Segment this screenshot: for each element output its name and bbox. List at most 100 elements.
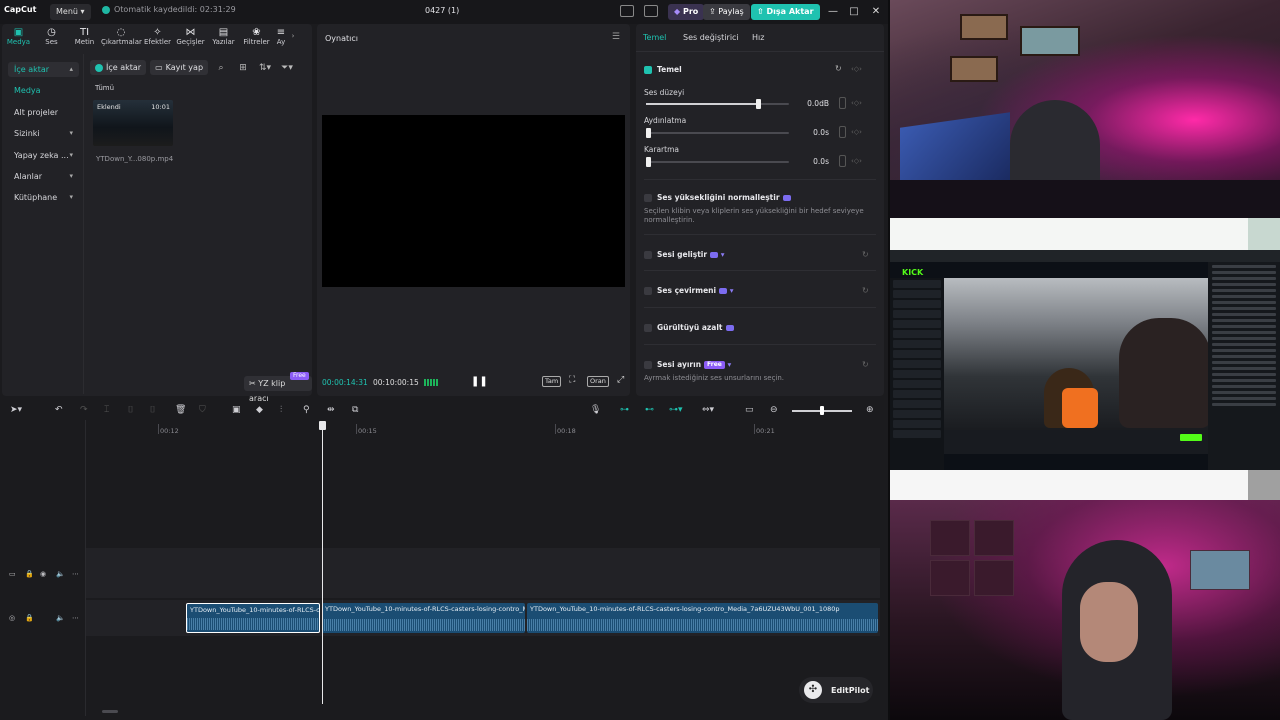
record-button[interactable]: ▭ Kayıt yap [150, 60, 209, 75]
fade-out-slider[interactable] [646, 157, 789, 167]
normalize-checkbox[interactable] [644, 194, 652, 202]
enhance-checkbox[interactable] [644, 251, 652, 259]
reset-icon[interactable]: ↻ [835, 64, 842, 73]
translate-checkbox[interactable] [644, 287, 652, 295]
volume-slider-knob[interactable] [755, 99, 761, 109]
tab-basic[interactable]: Temel [643, 33, 666, 42]
tab-voice-changer[interactable]: Ses değiştirici [683, 33, 739, 42]
fade-in-slider[interactable] [646, 128, 789, 138]
keyframe-nav-icon[interactable]: ‹◇› [851, 128, 862, 136]
image-icon[interactable]: ▣ [232, 405, 241, 415]
denoise-checkbox[interactable] [644, 324, 652, 332]
media-thumbnail[interactable]: Eklendi 10:01 [93, 100, 173, 146]
full-quality-button[interactable]: Tam [542, 376, 562, 387]
tab-filters[interactable]: ❀ Filtreler [240, 24, 273, 52]
volume-value[interactable]: 0.0dB [799, 99, 829, 108]
all-filter-label[interactable]: Tümü [95, 84, 114, 92]
tab-audio[interactable]: ◷ Ses [35, 24, 68, 52]
zoom-slider-knob[interactable] [820, 406, 824, 415]
shield-icon[interactable]: ⛉ [199, 405, 206, 415]
caption-track-icon[interactable]: ▭ [745, 405, 754, 415]
audio-clip[interactable]: YTDown_YouTube_10-minutes-of-RLCS-caster… [186, 603, 320, 633]
more-icon[interactable]: ⋯ [72, 614, 79, 622]
microphone-icon[interactable]: 🎙 [590, 405, 601, 415]
minimize-icon[interactable]: — [826, 4, 840, 20]
nav-library[interactable]: Kütüphane ▾ [8, 190, 79, 205]
speed-icon[interactable]: ⚲ [303, 405, 310, 415]
lock-icon[interactable]: 🔒 [25, 570, 34, 578]
export-button[interactable]: ⇧ Dışa Aktar [751, 4, 820, 20]
delete-icon[interactable]: 🗑 [175, 405, 186, 415]
share-button[interactable]: ⇪ Paylaş [703, 4, 750, 20]
chevron-down-icon[interactable]: ▾ [730, 286, 734, 295]
fade-in-slider-knob[interactable] [646, 128, 651, 138]
split-right-icon[interactable]: ⌷ [150, 405, 155, 415]
chevron-down-icon[interactable]: ▾ [721, 250, 725, 259]
playhead[interactable] [322, 426, 323, 704]
chevron-down-icon[interactable]: ▾ [727, 360, 731, 369]
nav-ai[interactable]: Yapay zeka ... ▾ [8, 148, 79, 163]
fade-out-value[interactable]: 0.0s [799, 157, 829, 166]
split-left-icon[interactable]: ⌷ [128, 405, 133, 415]
audio-clip[interactable]: YTDown_YouTube_10-minutes-of-RLCS-caster… [527, 603, 878, 633]
filter-funnel-icon[interactable]: ⏷▾ [278, 63, 296, 73]
volume-slider[interactable] [646, 99, 789, 109]
tab-transitions[interactable]: ⋈ Geçişler [174, 24, 207, 52]
nav-yours[interactable]: Sizinki ▾ [8, 126, 79, 141]
sort-icon[interactable]: ⇅▾ [256, 63, 274, 73]
undo-icon[interactable]: ↶ [55, 405, 63, 415]
reset-icon[interactable]: ↻ [862, 286, 869, 295]
fade-in-value[interactable]: 0.0s [799, 128, 829, 137]
preview-screen[interactable] [322, 115, 625, 287]
select-cursor-icon[interactable]: ➤▾ [10, 405, 22, 415]
keyframe-nav-icon[interactable]: ‹◇› [851, 65, 862, 73]
nav-media[interactable]: Medya [8, 83, 79, 98]
main-track-magnet-icon[interactable]: ⊶ [620, 405, 629, 415]
import-button[interactable]: İçe aktar [90, 60, 147, 75]
layout-icon[interactable] [620, 5, 634, 17]
fade-out-stepper[interactable] [839, 155, 846, 167]
zoom-out-icon[interactable]: ⊖ [770, 405, 778, 415]
fade-out-slider-knob[interactable] [646, 157, 651, 167]
nav-subprojects[interactable]: Alt projeler [8, 105, 79, 120]
pause-icon[interactable]: ❚❚ [471, 376, 488, 387]
zoom-in-icon[interactable]: ⊕ [866, 405, 874, 415]
menu-button[interactable]: Menü ▾ [50, 4, 91, 20]
keyframe-nav-icon[interactable]: ‹◇› [851, 99, 862, 107]
ratio-button[interactable]: Oran [587, 376, 609, 387]
tab-captions[interactable]: ▤ Yazılar [207, 24, 240, 52]
fit-frame-icon[interactable]: ⛶ [567, 376, 577, 387]
basic-checkbox[interactable] [644, 66, 652, 74]
isolate-checkbox[interactable] [644, 361, 652, 369]
tab-adjust[interactable]: ≡ Ay [273, 24, 289, 52]
auto-snap-icon[interactable]: ⊷ [645, 405, 654, 415]
marker-icon[interactable]: ◆ [256, 405, 263, 415]
ai-cut-icon[interactable]: ⧉ [352, 405, 358, 415]
volume-stepper[interactable] [839, 97, 846, 109]
link-clips-icon[interactable]: ⊶▾ [669, 405, 683, 415]
eye-icon[interactable]: ◉ [40, 570, 46, 578]
reset-icon[interactable]: ↻ [862, 250, 869, 259]
tab-speed[interactable]: Hız [752, 33, 764, 42]
nav-import[interactable]: İçe aktar ▴ [8, 62, 79, 77]
nav-spaces[interactable]: Alanlar ▾ [8, 169, 79, 184]
lock-icon[interactable]: 🔒 [25, 614, 34, 622]
speaker-icon[interactable]: 🔈 [56, 614, 65, 622]
adjust-icon[interactable]: ⫶ [280, 405, 282, 415]
tab-stickers[interactable]: ◌ Çıkartmalar [101, 24, 142, 52]
shortcut-icon[interactable] [644, 5, 658, 17]
keyframe-nav-icon[interactable]: ‹◇› [851, 157, 862, 165]
fullscreen-icon[interactable]: ⤢ [615, 376, 626, 387]
tab-effects[interactable]: ✧ Efektler [141, 24, 174, 52]
search-icon[interactable]: ⌕ [212, 63, 230, 73]
reset-icon[interactable]: ↻ [862, 360, 869, 369]
grid-view-icon[interactable]: ⊞ [234, 63, 252, 73]
hamburger-icon[interactable]: ☰ [612, 32, 620, 42]
close-icon[interactable]: ✕ [869, 4, 883, 20]
timeline-scrollbar[interactable] [102, 710, 118, 713]
editpilot-button[interactable]: ✣ EditPilot [799, 677, 873, 703]
audio-clip[interactable]: YTDown_YouTube_10-minutes-of-RLCS-caster… [322, 603, 525, 633]
freeze-icon[interactable]: ⇹ [327, 405, 335, 415]
tab-text[interactable]: TI Metin [68, 24, 101, 52]
more-icon[interactable]: ⋯ [72, 570, 79, 578]
